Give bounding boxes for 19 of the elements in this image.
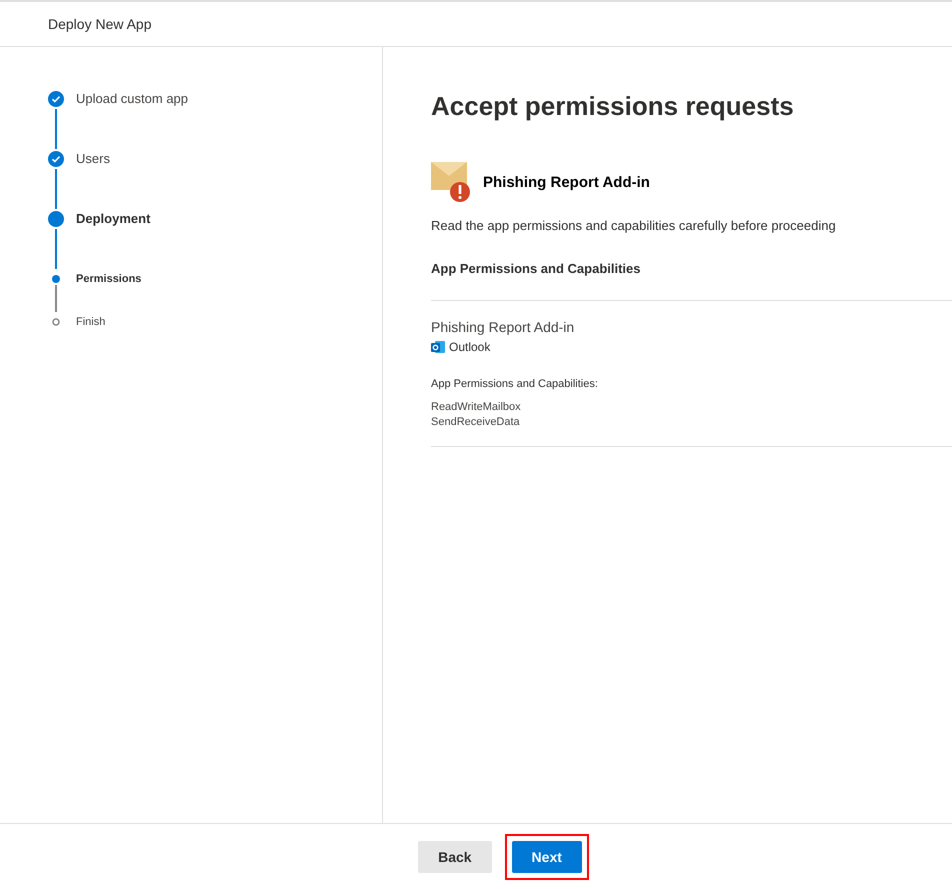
instructions-text: Read the app permissions and capabilities carefully before proceeding [431,218,837,233]
back-button[interactable]: Back [418,840,492,872]
page-heading: Accept permissions requests [431,91,795,122]
step-label: Deployment [76,211,150,227]
window-title: Deploy New App [48,16,152,32]
envelope-alert-icon [431,162,471,202]
next-button[interactable]: Next [512,840,582,872]
app-name: Phishing Report Add-in [483,174,650,190]
outlook-icon [431,340,445,354]
host-name: Outlook [449,340,490,354]
permission-item: ReadWriteMailbox [431,400,522,415]
section-title: App Permissions and Capabilities [431,261,952,301]
step-label: Users [76,151,110,167]
app-name: Phishing Report Add-in [431,319,576,335]
step-label: Finish [76,315,106,330]
step-label: Permissions [76,272,142,287]
permissions-title: App Permissions and Capabilities: [431,378,599,390]
step-label: Upload custom app [76,91,188,107]
permission-item: SendReceiveData [431,415,521,430]
